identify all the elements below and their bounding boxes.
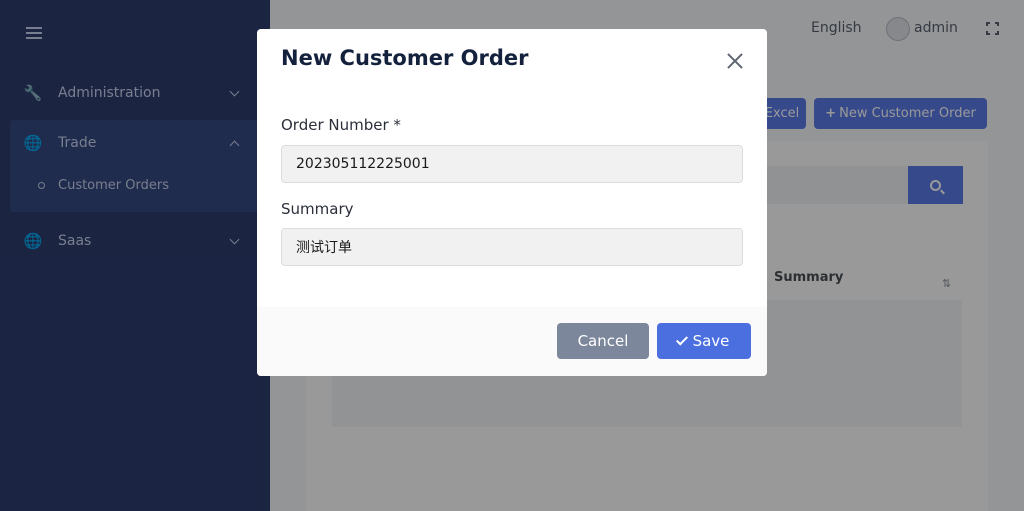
order-number-input[interactable]	[281, 145, 743, 183]
summary-label: Summary	[281, 200, 354, 218]
cancel-button[interactable]: Cancel	[557, 323, 649, 359]
order-number-label: Order Number *	[281, 116, 401, 134]
save-button[interactable]: Save	[657, 323, 751, 359]
new-customer-order-dialog: New Customer Order Order Number * Summar…	[257, 29, 767, 376]
dialog-title: New Customer Order	[281, 46, 529, 70]
summary-input[interactable]	[281, 228, 743, 266]
save-button-label: Save	[692, 332, 730, 350]
check-icon	[675, 332, 688, 346]
close-icon[interactable]	[725, 51, 745, 71]
